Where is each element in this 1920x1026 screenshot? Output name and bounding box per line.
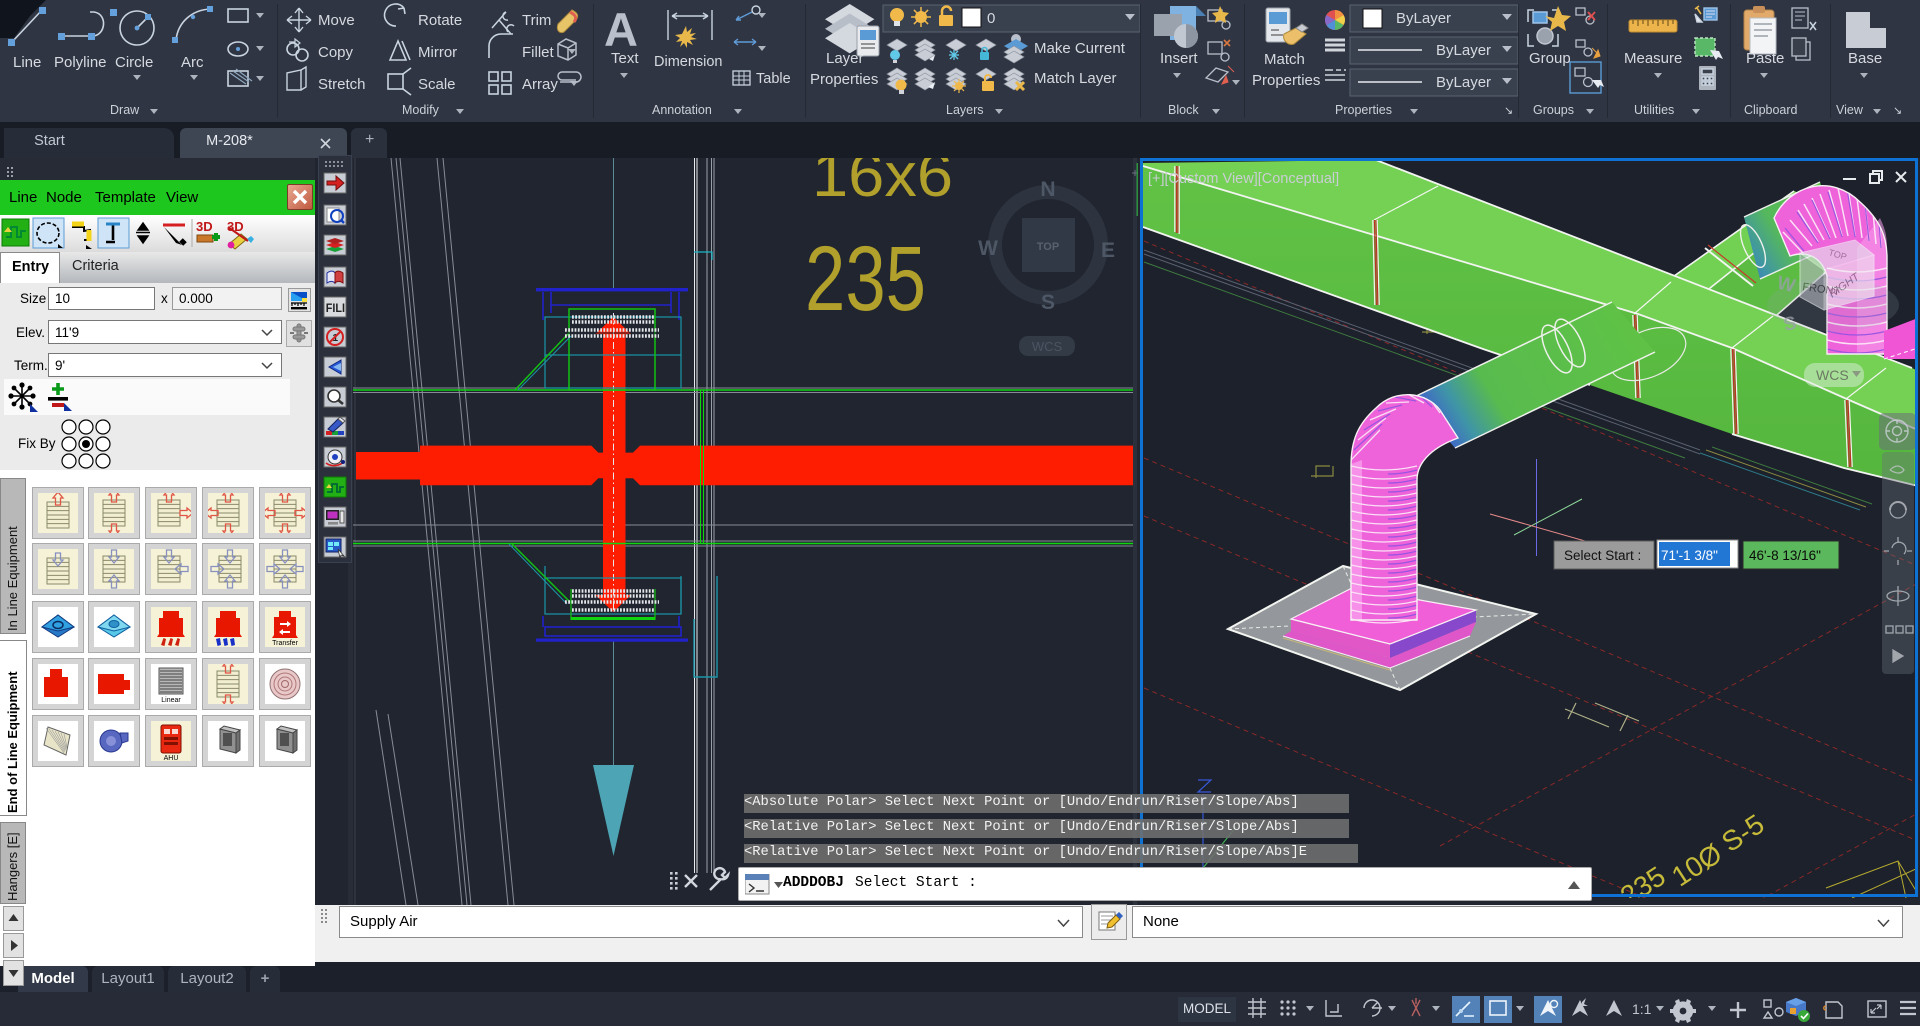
svg-text:WCS: WCS — [1032, 339, 1063, 354]
svg-text:N: N — [1040, 178, 1055, 201]
svg-text:10Ø: 10Ø — [1666, 838, 1727, 893]
svg-text:Select Start :: Select Start : — [1564, 548, 1641, 563]
svg-text:16x6: 16x6 — [812, 158, 953, 210]
svg-text:W: W — [978, 237, 998, 260]
svg-text:E: E — [1101, 239, 1115, 262]
svg-text:S: S — [1041, 291, 1055, 314]
svg-text:TOP: TOP — [1037, 241, 1059, 253]
svg-text:0: 0 — [987, 10, 995, 27]
svg-text:46'-8 13/16": 46'-8 13/16" — [1749, 548, 1821, 563]
svg-text:WCS: WCS — [1816, 367, 1849, 383]
svg-text:Transfer: Transfer — [272, 640, 298, 647]
svg-text:235: 235 — [1615, 860, 1671, 898]
svg-text:Linear: Linear — [161, 697, 181, 704]
svg-text:S-5: S-5 — [1716, 808, 1769, 858]
svg-text:AHU: AHU — [164, 755, 179, 761]
svg-text:3D: 3D — [196, 219, 213, 234]
svg-text:[+][Custom View][Conceptual]: [+][Custom View][Conceptual] — [1148, 171, 1339, 187]
svg-text:235: 235 — [805, 228, 926, 330]
svg-text:71'-1 3/8": 71'-1 3/8" — [1661, 548, 1718, 563]
svg-text:FILI: FILI — [326, 303, 345, 316]
svg-text:1:1: 1:1 — [1632, 1001, 1652, 1017]
